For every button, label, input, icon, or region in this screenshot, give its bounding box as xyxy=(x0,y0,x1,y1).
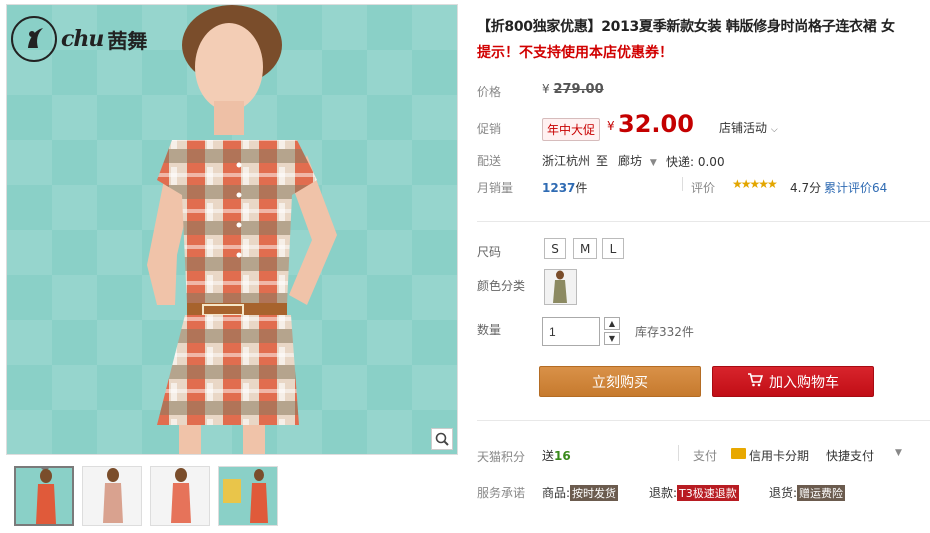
zoom-icon[interactable] xyxy=(431,428,453,450)
quantity-input[interactable] xyxy=(542,317,600,346)
rating-score: 4.7分 xyxy=(790,181,822,195)
thumbnail-1[interactable] xyxy=(14,466,74,526)
promo-tag: 年中大促 xyxy=(542,118,601,141)
quantity-decrease-icon[interactable]: ▼ xyxy=(604,332,620,345)
divider xyxy=(477,221,930,222)
add-to-cart-button[interactable]: 加入购物车 xyxy=(712,366,874,397)
credit-card-icon xyxy=(731,448,746,459)
points-value: 送16 xyxy=(542,447,571,464)
review-label: 评价 xyxy=(691,181,716,195)
credit-installment-link[interactable]: 信用卡分期 xyxy=(749,447,809,464)
service-return-tag[interactable]: 赠运费险 xyxy=(797,485,846,501)
shipping-label: 配送 xyxy=(477,154,502,168)
monthly-sales-label: 月销量 xyxy=(477,181,514,195)
divider xyxy=(678,445,679,461)
stock-text: 库存332件 xyxy=(635,325,694,339)
color-label: 颜色分类 xyxy=(477,279,526,293)
store-event-label: 店铺活动 xyxy=(719,121,768,135)
buy-now-label: 立刻购买 xyxy=(592,374,648,391)
monthly-sales-unit: 件 xyxy=(575,181,588,195)
points-number: 16 xyxy=(554,449,571,463)
cart-icon xyxy=(747,372,764,391)
buy-now-button[interactable]: 立刻购买 xyxy=(539,366,701,397)
shipping-destination-label: 廊坊 xyxy=(618,154,643,168)
original-currency: ¥ xyxy=(542,82,550,96)
price-label: 价格 xyxy=(477,85,502,99)
payment-label: 支付 xyxy=(693,449,718,463)
original-price: ¥ 279.00 xyxy=(542,82,604,97)
product-info: 【折800独家优惠】2013夏季新款女装 韩版修身时尚格子连衣裙 女 提示！不支… xyxy=(477,0,930,533)
quick-pay-link[interactable]: 快捷支付 xyxy=(826,447,874,464)
size-option-m[interactable]: M xyxy=(573,238,598,259)
store-event-dropdown[interactable]: 店铺活动 ⌵ xyxy=(719,119,778,136)
thumbnail-strip xyxy=(14,466,278,526)
monthly-sales-count: 1237 xyxy=(542,181,576,195)
promo-label: 促销 xyxy=(477,122,502,136)
shipping-destination[interactable]: 廊坊 ▼ xyxy=(618,152,657,169)
points-label: 天猫积分 xyxy=(477,450,526,464)
service-refund-label: 退款: xyxy=(649,486,678,500)
thumbnail-2[interactable] xyxy=(82,466,142,526)
service-goods-label: 商品: xyxy=(542,486,571,500)
size-option-l[interactable]: L xyxy=(602,238,624,259)
thumbnail-3[interactable] xyxy=(150,466,210,526)
thumbnail-4[interactable] xyxy=(218,466,278,526)
quantity-increase-icon[interactable]: ▲ xyxy=(604,317,620,330)
quantity-label: 数量 xyxy=(477,323,502,337)
shipping-from: 浙江杭州 xyxy=(542,154,591,168)
promo-currency: ¥ xyxy=(607,119,615,133)
service-goods-tag[interactable]: 按时发货 xyxy=(570,485,619,501)
service-refund: 退款: T3极速退款 xyxy=(649,484,739,501)
product-title: 【折800独家优惠】2013夏季新款女装 韩版修身时尚格子连衣裙 女 xyxy=(477,19,895,35)
add-to-cart-label: 加入购物车 xyxy=(769,374,839,391)
divider xyxy=(682,177,683,191)
total-reviews-link[interactable]: 累计评价64 xyxy=(824,179,887,196)
service-return-label: 退货: xyxy=(769,486,798,500)
service-goods: 商品: 按时发货 xyxy=(542,484,619,501)
service-label: 服务承诺 xyxy=(477,486,526,500)
service-return: 退货: 赠运费险 xyxy=(769,484,846,501)
model-figure-image xyxy=(147,5,337,454)
express-fee: 快递: 0.00 xyxy=(666,155,725,169)
caret-down-icon[interactable]: ▼ xyxy=(895,448,902,458)
main-product-image[interactable]: chu 茜舞 xyxy=(6,4,458,455)
caret-down-icon: ▼ xyxy=(649,158,657,168)
chevron-down-icon: ⌵ xyxy=(770,125,778,135)
points-send-word: 送 xyxy=(542,449,555,463)
shipping-to-word: 至 xyxy=(596,154,609,168)
service-refund-tag[interactable]: T3极速退款 xyxy=(677,485,739,501)
product-subtitle: 提示！不支持使用本店优惠券！ xyxy=(477,45,673,61)
color-option-swatch[interactable] xyxy=(544,269,577,305)
price-box: 价格 ¥ 279.00 促销 年中大促 ¥ 32.00 店铺活动 ⌵ 配送 浙江… xyxy=(477,70,930,204)
promo-price: 32.00 xyxy=(618,110,694,138)
divider xyxy=(477,420,930,421)
original-price-value: 279.00 xyxy=(553,82,604,97)
size-option-s[interactable]: S xyxy=(544,238,566,259)
monthly-sales: 1237件 xyxy=(542,179,587,196)
size-label: 尺码 xyxy=(477,245,502,259)
product-gallery: chu 茜舞 xyxy=(6,4,458,533)
rating-stars-icon: ★★★★★ xyxy=(732,177,778,191)
